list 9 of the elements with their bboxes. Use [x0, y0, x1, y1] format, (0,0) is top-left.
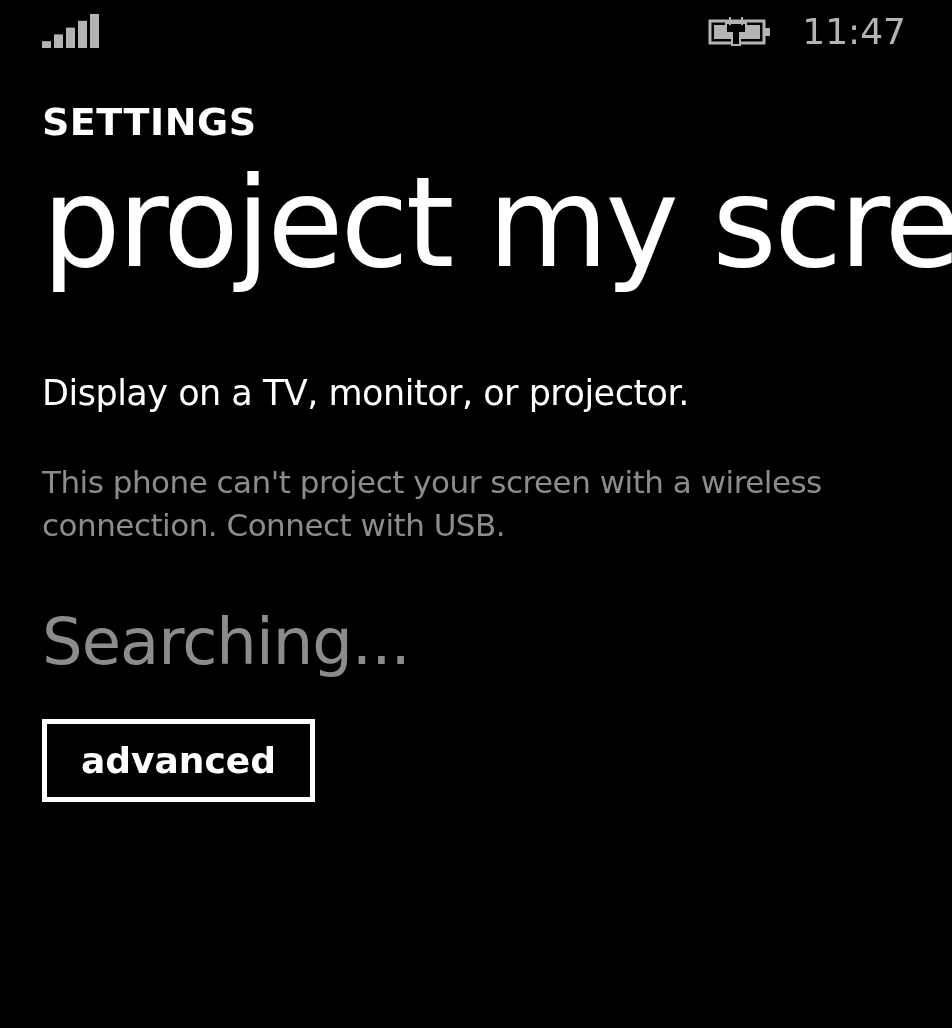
page-title: project my scre	[42, 152, 952, 295]
clock-time: 11:47	[802, 10, 906, 52]
section-label: SETTINGS	[42, 100, 258, 144]
description-text: Display on a TV, monitor, or projector.	[42, 372, 690, 413]
note-text: This phone can't project your screen with a wireless connection. Connect with USB.	[42, 462, 822, 545]
advanced-button[interactable]: advanced	[42, 719, 315, 803]
signal-icon	[42, 14, 102, 48]
searching-status: Searching...	[42, 605, 411, 680]
battery-charging-icon	[708, 15, 773, 47]
